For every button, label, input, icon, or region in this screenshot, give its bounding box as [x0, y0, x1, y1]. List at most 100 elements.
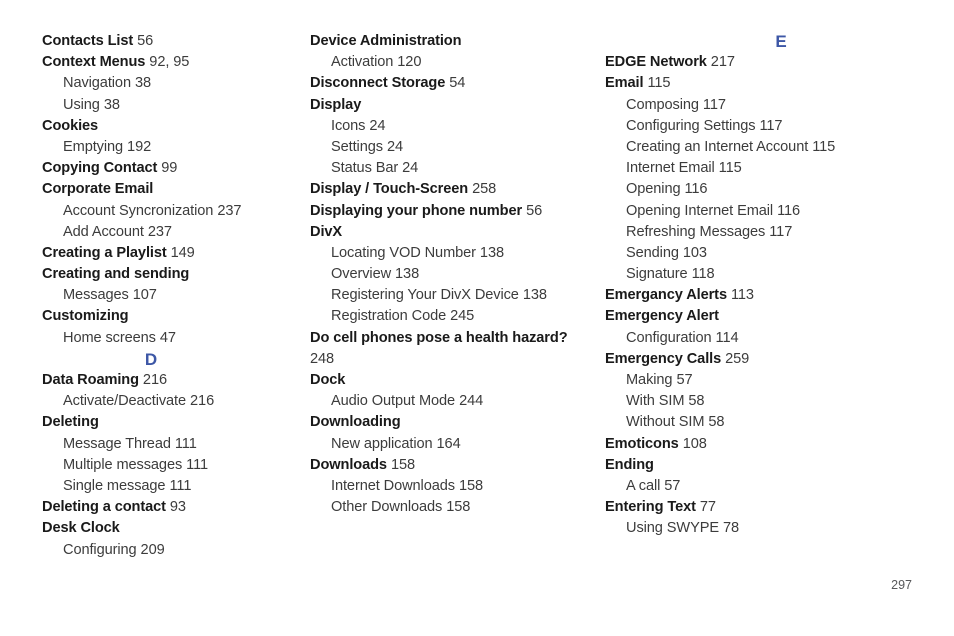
index-entry-page-number: 57: [676, 372, 693, 388]
index-entry-page-number: 115: [647, 75, 671, 92]
index-entry-page-number: 38: [103, 96, 120, 113]
index-entry[interactable]: Cookies: [42, 116, 300, 137]
index-entry-title: Disconnect Storage: [310, 75, 446, 92]
index-entry-page-number: 58: [688, 393, 705, 410]
index-subentry[interactable]: Without SIM 58: [605, 412, 954, 433]
index-entry[interactable]: Device Administration: [310, 31, 598, 52]
index-subentry[interactable]: Making 57: [605, 370, 954, 391]
index-entry[interactable]: Ending: [605, 455, 954, 476]
index-subentry[interactable]: Icons 24: [310, 116, 598, 137]
index-entry[interactable]: Deleting a contact 93: [42, 497, 300, 518]
index-subentry[interactable]: Internet Email 115: [605, 158, 954, 179]
index-entry[interactable]: Downloads 158: [310, 455, 598, 476]
index-subentry[interactable]: Composing 117: [605, 95, 954, 116]
index-entry-page-number: 118: [691, 266, 715, 283]
index-subentry[interactable]: Opening Internet Email 116: [605, 201, 954, 222]
index-entry-page-number: 57: [664, 477, 681, 494]
index-entry[interactable]: Display / Touch-Screen 258: [310, 179, 598, 200]
index-entry-page-number: 259: [725, 350, 750, 367]
index-subentry[interactable]: New application 164: [310, 434, 598, 455]
index-entry-page-number: 58: [708, 414, 725, 431]
index-entry[interactable]: Customizing: [42, 306, 300, 327]
index-entry[interactable]: Displaying your phone number 56: [310, 201, 598, 222]
index-subentry[interactable]: Registration Code 245: [310, 306, 598, 327]
index-subentry[interactable]: Internet Downloads 158: [310, 476, 598, 497]
index-subentry[interactable]: Home screens 47: [42, 328, 300, 349]
index-entry-title: Configuring Settings: [626, 117, 756, 134]
index-entry[interactable]: Emergancy Alerts 113: [605, 285, 954, 306]
index-entry-wrap-continuation[interactable]: 248: [310, 349, 598, 370]
index-entry[interactable]: Creating and sending: [42, 264, 300, 285]
index-subentry[interactable]: Single message 111: [42, 476, 300, 497]
index-subentry[interactable]: Configuring Settings 117: [605, 116, 954, 137]
index-entry-title: Displaying your phone number: [310, 202, 523, 219]
index-subentry[interactable]: Creating an Internet Account 115: [605, 137, 954, 158]
index-subentry[interactable]: Opening 116: [605, 179, 954, 200]
index-subentry[interactable]: Emptying 192: [42, 137, 300, 158]
index-entry-page-number: 99: [161, 160, 178, 177]
index-entry[interactable]: Emergency Alert: [605, 306, 954, 327]
index-entry-title: Display: [310, 96, 362, 113]
index-entry[interactable]: Entering Text 77: [605, 497, 954, 518]
index-subentry[interactable]: A call 57: [605, 476, 954, 497]
index-subentry[interactable]: Settings 24: [310, 137, 598, 158]
index-entry-title: Activate/Deactivate: [63, 393, 187, 410]
index-entry-title: A call: [626, 477, 661, 494]
index-entry[interactable]: Disconnect Storage 54: [310, 73, 598, 94]
index-subentry[interactable]: Add Account 237: [42, 222, 300, 243]
index-entry[interactable]: Downloading: [310, 412, 598, 433]
index-entry[interactable]: Emergency Calls 259: [605, 349, 954, 370]
index-entry[interactable]: Data Roaming 216: [42, 370, 300, 391]
index-entry-title: Sending: [626, 244, 679, 261]
index-subentry[interactable]: Audio Output Mode 244: [310, 391, 598, 412]
section-letter-d: D: [144, 349, 158, 369]
index-entry-page-number: 158: [446, 499, 471, 516]
index-subentry[interactable]: Account Syncronization 237: [42, 201, 300, 222]
index-entry[interactable]: Dock: [310, 370, 598, 391]
index-entry-title: Messages: [63, 287, 129, 304]
index-subentry[interactable]: Message Thread 111: [42, 434, 300, 455]
index-subentry[interactable]: With SIM 58: [605, 391, 954, 412]
index-subentry[interactable]: Activation 120: [310, 52, 598, 73]
index-entry[interactable]: Contacts List 56: [42, 31, 300, 52]
index-entry-title: Display / Touch-Screen: [310, 181, 469, 198]
index-entry[interactable]: Emoticons 108: [605, 434, 954, 455]
index-subentry[interactable]: Signature 118: [605, 264, 954, 285]
index-entry[interactable]: Context Menus 92, 95: [42, 52, 300, 73]
index-entry[interactable]: DivX: [310, 222, 598, 243]
index-entry[interactable]: Email 115: [605, 73, 954, 94]
index-subentry[interactable]: Using SWYPE 78: [605, 518, 954, 539]
index-entry[interactable]: Display: [310, 95, 598, 116]
index-subentry[interactable]: Status Bar 24: [310, 158, 598, 179]
index-subentry[interactable]: Multiple messages 111: [42, 455, 300, 476]
index-entry-title: Entering Text: [605, 499, 696, 516]
index-subentry[interactable]: Overview 138: [310, 264, 598, 285]
index-subentry[interactable]: Configuring 209: [42, 540, 300, 561]
index-subentry[interactable]: Activate/Deactivate 216: [42, 391, 300, 412]
index-entry-page-number: 78: [722, 520, 740, 537]
index-entry[interactable]: Copying Contact 99: [42, 158, 300, 179]
index-subentry[interactable]: Configuration 114: [605, 328, 954, 349]
index-entry[interactable]: EDGE Network 217: [605, 52, 954, 73]
index-subentry[interactable]: Using 38: [42, 95, 300, 116]
index-subentry[interactable]: Locating VOD Number 138: [310, 243, 598, 264]
index-entry[interactable]: Desk Clock: [42, 518, 300, 539]
index-entry[interactable]: Creating a Playlist 149: [42, 243, 300, 264]
index-entry-page-number: 93: [169, 499, 186, 516]
index-entry-page-number: 108: [682, 435, 707, 452]
index-subentry[interactable]: Registering Your DivX Device 138: [310, 285, 598, 306]
index-entry-title: Do cell phones pose a health hazard?: [310, 329, 568, 346]
index-entry-title: Configuring: [63, 541, 137, 558]
index-entry-page-number: 149: [170, 244, 195, 261]
index-entry-title: Creating a Playlist: [42, 244, 167, 261]
index-entry-title: Internet Downloads: [331, 477, 455, 494]
index-subentry[interactable]: Sending 103: [605, 243, 954, 264]
index-entry[interactable]: Corporate Email: [42, 179, 300, 200]
index-entry[interactable]: Do cell phones pose a health hazard?: [310, 328, 598, 349]
index-entry-title: Emoticons: [605, 435, 679, 452]
index-subentry[interactable]: Other Downloads 158: [310, 497, 598, 518]
index-subentry[interactable]: Messages 107: [42, 285, 300, 306]
index-subentry[interactable]: Navigation 38: [42, 73, 300, 94]
index-subentry[interactable]: Refreshing Messages 117: [605, 222, 954, 243]
index-entry[interactable]: Deleting: [42, 412, 300, 433]
